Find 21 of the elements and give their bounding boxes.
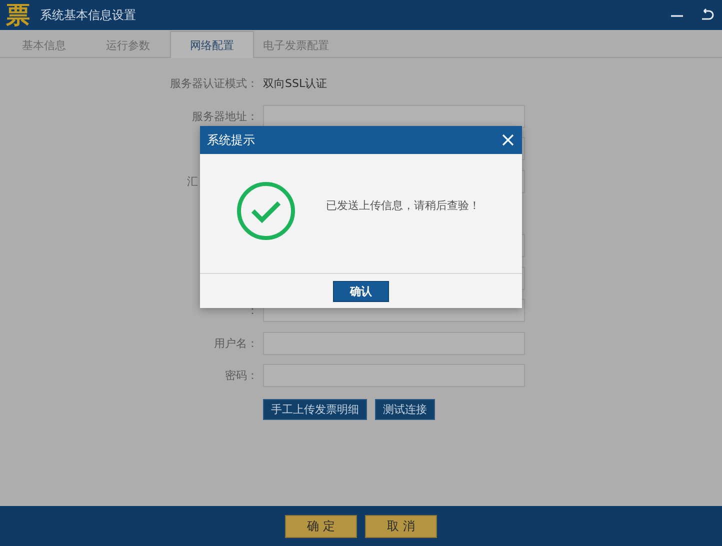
field-label: 用户名：	[213, 336, 258, 350]
check-circle-icon	[236, 180, 296, 240]
dialog-message: 已发送上传信息，请稍后查验！	[326, 198, 480, 213]
action-button[interactable]: 测试连接	[375, 398, 435, 420]
close-icon[interactable]	[502, 134, 514, 146]
dialog-title: 系统提示	[207, 132, 255, 148]
app-logo: 票	[6, 1, 30, 29]
field-label: 密码：	[224, 368, 258, 383]
action-button[interactable]: 手工上传发票明细	[263, 398, 367, 420]
field-label: 汇	[186, 174, 199, 188]
window-title: 系统基本信息设置	[40, 6, 137, 24]
tab[interactable]: 网络配置	[170, 31, 254, 58]
field-value: 双向SSL认证	[263, 76, 328, 91]
input-field[interactable]	[263, 104, 525, 128]
confirm-button[interactable]: 确认	[333, 280, 389, 302]
field-label: 服务器地址：	[191, 108, 258, 124]
footer-button[interactable]: 取 消	[365, 514, 437, 538]
field-label: ：	[246, 303, 258, 318]
return-icon[interactable]	[700, 8, 714, 22]
footer-button[interactable]: 确 定	[285, 514, 357, 538]
field-label: 服务器认证模式：	[169, 76, 258, 91]
